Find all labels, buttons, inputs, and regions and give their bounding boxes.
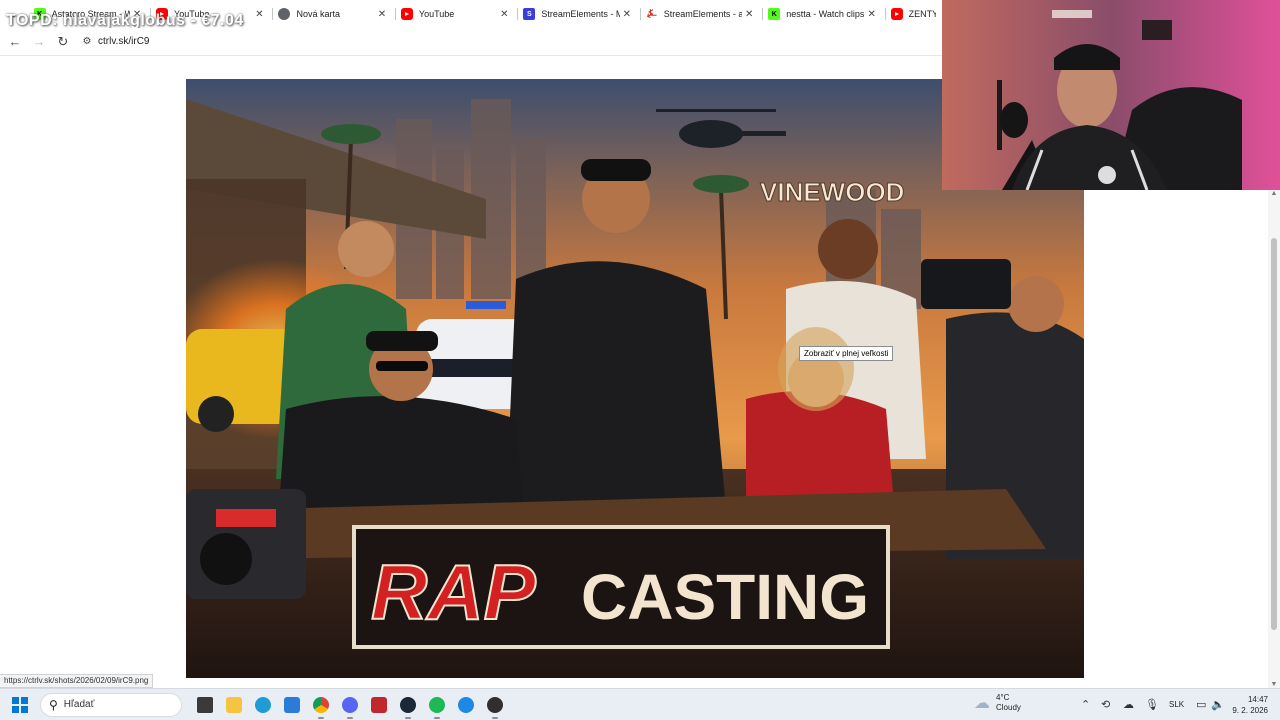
streamer-webcam [942,0,1280,190]
cloud-icon: ☁ [974,695,990,712]
language-indicator[interactable]: SLK [1169,700,1184,709]
spotify-icon [428,696,445,713]
clock-time: 14:47 [1247,695,1268,704]
tab-title: StreamElements - ast [663,9,743,19]
pdf-icon: ⍼ [647,7,657,20]
youtube-icon [400,8,413,20]
veritas-button[interactable] [364,689,393,720]
close-icon[interactable]: ✕ [497,9,511,20]
kick-icon: K [768,8,781,20]
edge-icon [254,696,271,713]
casting-title-word: CASTING [581,561,869,633]
clock-date: 9. 2. 2026 [1232,706,1268,715]
steam-button[interactable] [393,689,422,720]
microphone-icon[interactable]: 🎙 [1145,698,1159,711]
task-view-icon [196,696,213,713]
url-text[interactable]: ctrlv.sk/irC9 [98,36,149,47]
status-bar-url: https://ctrlv.sk/shots/2026/02/09/irC9.p… [0,674,154,688]
weather-desc: Cloudy [996,703,1021,712]
store-icon [283,696,300,713]
store-button[interactable] [277,689,306,720]
streamelements-icon: S [523,8,536,20]
close-icon[interactable]: ✕ [252,9,266,20]
close-icon[interactable]: ✕ [620,9,634,20]
discord-icon [341,696,358,713]
cloud-sync-icon[interactable]: ☁ [1123,698,1134,711]
veritas-icon [370,696,387,713]
scroll-thumb[interactable] [1271,238,1277,630]
taskbar-apps [190,689,509,720]
vinewood-sign: VINEWOOD [760,177,904,207]
chevron-up-icon[interactable]: ⌃ [1081,698,1090,711]
folder-icon [225,696,242,713]
file-explorer-button[interactable] [219,689,248,720]
tab-title: YouTube [418,9,455,19]
tab-youtube-2[interactable]: YouTube ✕ [394,0,517,28]
scroll-down-icon[interactable]: ▼ [1268,681,1280,688]
taskbar: ⚲ Hľadať ☁ 4°C Cloudy ⌃ ⟲ ☁ 🎙 SLK ▭ 🔈 14… [0,688,1280,720]
forward-arrow-icon[interactable]: → [27,30,51,54]
weather-temp: 4°C [996,693,1010,702]
chrome-button[interactable] [306,689,335,720]
police-text: POLICE [443,360,503,377]
page-scrollbar[interactable]: ▲ ▼ [1268,190,1280,688]
task-view-button[interactable] [190,689,219,720]
obs-icon [486,696,503,713]
steam-icon [399,696,416,713]
omnibox[interactable]: ⚙ ctrlv.sk/irC9 [79,31,150,53]
close-icon[interactable]: ✕ [865,9,879,20]
tab-nova-karta[interactable]: Nová karta ✕ [272,0,394,28]
address-bar: ← → ↻ ⚙ ctrlv.sk/irC9 [0,28,942,56]
youtube-icon [890,8,903,20]
spotify-button[interactable] [422,689,451,720]
back-arrow-icon[interactable]: ← [3,30,27,54]
webcam-overlay [942,0,1280,190]
tab-zenty[interactable]: ZENTY - [884,0,942,28]
chrome-icon [278,8,291,20]
weather-widget[interactable]: ☁ 4°C Cloudy [974,693,1021,713]
tab-streamelements-pdf[interactable]: ⍼ StreamElements - ast ✕ [639,0,762,28]
obs-button[interactable] [480,689,509,720]
scroll-up-icon[interactable]: ▲ [1268,190,1280,197]
start-button[interactable] [0,689,40,720]
close-icon[interactable]: ✕ [375,9,389,20]
search-icon: ⚲ [49,697,58,712]
app-button[interactable] [451,689,480,720]
sync-icon[interactable]: ⟲ [1101,698,1110,711]
chrome-icon [312,696,329,713]
tab-nestta-clips[interactable]: K nestta - Watch clips o ✕ [762,0,884,28]
windows-logo-icon [12,696,28,713]
tab-title: StreamElements - My [541,9,620,19]
screen: ⌄ K Astatoro Stream - Wa ✕ YouTube ✕ Nov… [0,0,1280,720]
rap-title-word: RAP [371,548,537,636]
taskbar-search[interactable]: ⚲ Hľadať [40,692,182,717]
tooltip-full-size: Zobraziť v plnej veľkosti [799,346,894,361]
volume-icon[interactable]: 🔈 [1211,698,1225,711]
search-placeholder: Hľadať [63,699,95,710]
site-info-icon[interactable]: ⚙ [79,36,95,47]
clock[interactable]: 14:47 9. 2. 2026 [1230,694,1268,716]
tab-title: nestta - Watch clips o [786,9,865,19]
tab-title: Nová karta [296,9,341,19]
reload-icon[interactable]: ↻ [51,30,75,54]
network-icon[interactable]: ▭ [1196,698,1206,711]
tab-streamelements[interactable]: S StreamElements - My ✕ [517,0,639,28]
close-icon[interactable]: ✕ [742,9,756,20]
app-icon [457,696,474,713]
discord-button[interactable] [335,689,364,720]
tab-title: ZENTY - [908,9,937,19]
edge-button[interactable] [248,689,277,720]
